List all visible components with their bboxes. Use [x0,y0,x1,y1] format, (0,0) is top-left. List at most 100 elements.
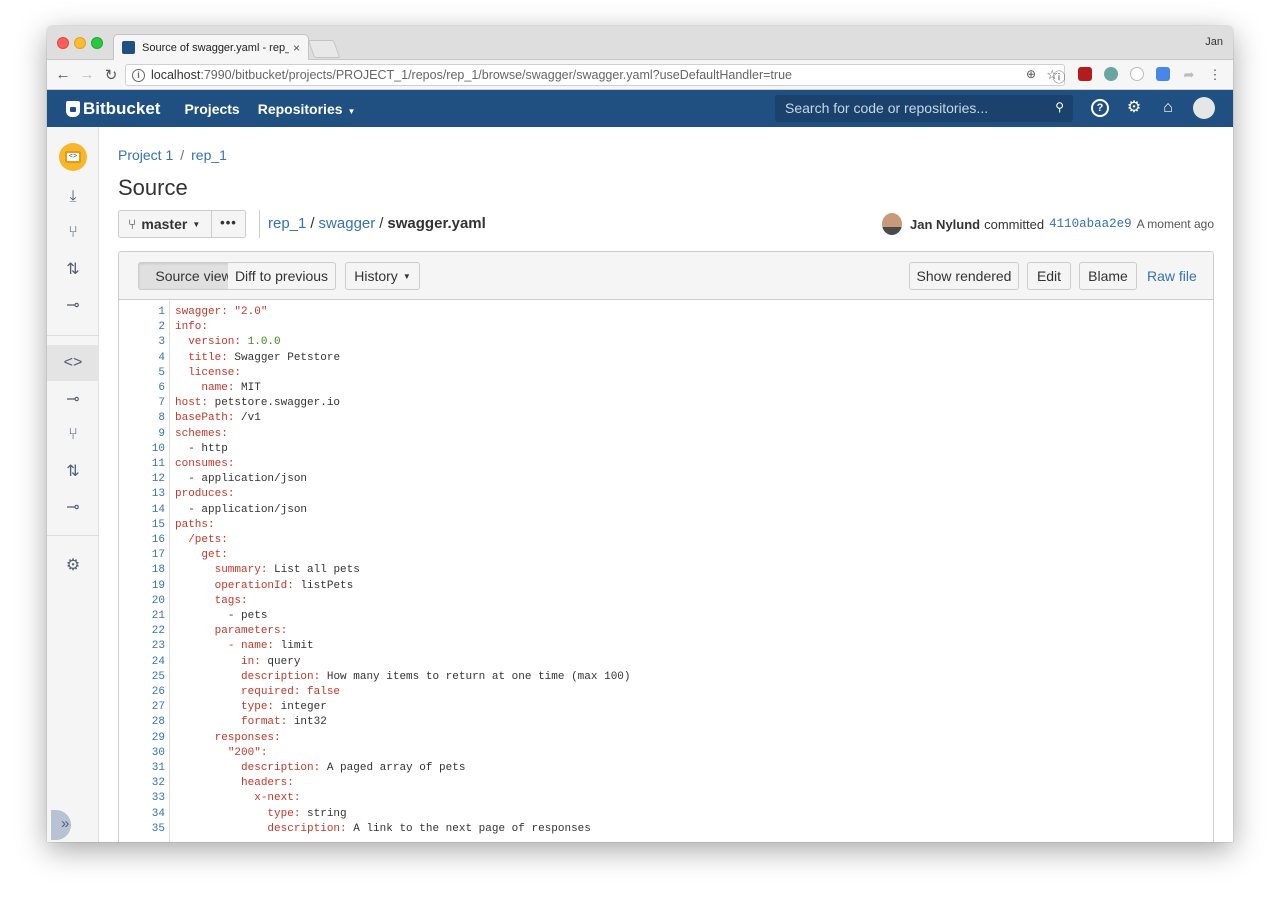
line-number[interactable]: 4 [119,351,165,366]
commit-hash[interactable]: 4110abaa2e9 [1049,217,1132,231]
code-text: title: Swagger Petstore [175,351,340,366]
line-number[interactable]: 15 [119,518,165,533]
show-rendered-button[interactable]: Show rendered [909,262,1019,290]
branch-selector[interactable]: ⑂ master ▼ [118,210,212,238]
sidebar-expand-button[interactable]: » [51,810,75,840]
path-repo[interactable]: rep_1 [268,215,306,232]
search-input[interactable]: Search for code or repositories... ⚲ [775,95,1073,122]
line-number[interactable]: 12 [119,472,165,487]
project-avatar[interactable]: <> [47,139,99,175]
back-arrow-icon[interactable]: ← [51,66,75,83]
sidebar-item-commits[interactable]: ⊸ [47,381,99,417]
url-bar[interactable]: i localhost:7990/bitbucket/projects/PROJ… [125,64,1065,86]
line-number[interactable]: 31 [119,761,165,776]
nav-projects[interactable]: Projects [184,101,239,117]
sidebar-item-settings[interactable]: ⚙ [47,547,99,583]
sidebar-item-pull-requests[interactable]: ⇅ [47,453,99,489]
forward-arrow-icon[interactable]: → [75,66,99,83]
search-icon: ⚲ [1055,100,1064,114]
history-button[interactable]: History ▼ [345,262,420,290]
line-number[interactable]: 23 [119,639,165,654]
yaml-value: A paged array of pets [326,762,466,774]
nav-repositories[interactable]: Repositories ▼ [258,101,356,117]
more-actions-button[interactable]: ••• [211,210,246,238]
code-text: - name: limit [175,639,314,654]
blame-button[interactable]: Blame [1079,262,1137,290]
info-extension-icon[interactable]: ⓘ [1051,67,1067,86]
commit-author[interactable]: Jan Nylund [910,217,980,232]
line-number[interactable]: 3 [119,335,165,350]
ublock-icon[interactable] [1077,67,1093,86]
yaml-key: parameters [214,625,281,638]
breadcrumb-project[interactable]: Project 1 [118,147,173,163]
new-tab-button[interactable] [307,40,341,58]
path-folder[interactable]: swagger [319,215,376,232]
line-number[interactable]: 34 [119,807,165,822]
minimize-window-button[interactable] [74,37,86,49]
code-text: tags: [175,594,248,609]
code-line: 13 produces: [119,487,1119,502]
inbox-icon[interactable]: ⌂ [1159,99,1177,117]
line-number[interactable]: 20 [119,594,165,609]
bitbucket-logo[interactable]: Bitbucket [66,99,160,119]
reload-icon[interactable]: ↻ [99,66,123,84]
circle-extension-icon[interactable] [1129,67,1145,86]
line-number[interactable]: 6 [119,381,165,396]
line-number[interactable]: 29 [119,731,165,746]
sidebar-item-branches[interactable]: ⑂ [47,417,99,453]
line-number[interactable]: 19 [119,579,165,594]
browser-profile-name[interactable]: Jan [1205,36,1223,48]
author-avatar[interactable] [882,213,903,235]
sidebar-item-fork[interactable]: ⊸ [47,287,99,323]
close-window-button[interactable] [57,37,69,49]
code-line: 6 name: MIT [119,381,1119,396]
sidebar-item-source[interactable]: <> [47,345,99,381]
line-number[interactable]: 1 [119,305,165,320]
line-number[interactable]: 10 [119,442,165,457]
line-number[interactable]: 16 [119,533,165,548]
yaml-value: application/json [201,473,308,486]
line-number[interactable]: 35 [119,822,165,837]
diff-to-previous-button[interactable]: Diff to previous [228,262,336,290]
line-number[interactable]: 25 [119,670,165,685]
line-number[interactable]: 9 [119,427,165,442]
sidebar-item-create-pull-request[interactable]: ⇅ [47,251,99,287]
line-number[interactable]: 26 [119,685,165,700]
user-avatar[interactable] [1193,97,1215,119]
menu-dots-icon[interactable]: ⋮ [1207,67,1223,86]
line-number[interactable]: 13 [119,487,165,502]
gear-icon[interactable]: ⚙ [1125,99,1143,117]
line-number[interactable]: 11 [119,457,165,472]
line-number[interactable]: 8 [119,411,165,426]
zoom-icon[interactable]: ⊕ [1026,67,1036,81]
line-number[interactable]: 30 [119,746,165,761]
maximize-window-button[interactable] [91,37,103,49]
line-number[interactable]: 2 [119,320,165,335]
line-number[interactable]: 28 [119,715,165,730]
edit-button[interactable]: Edit [1027,262,1071,290]
yaml-separator: : [241,594,248,607]
sidebar-item-clone[interactable]: ⤓ [47,179,99,215]
line-number[interactable]: 17 [119,548,165,563]
line-number[interactable]: 21 [119,609,165,624]
line-number[interactable]: 7 [119,396,165,411]
site-info-icon[interactable]: i [132,68,145,82]
sidebar-item-create-branch[interactable]: ⑂ [47,215,99,251]
line-number[interactable]: 22 [119,624,165,639]
line-number[interactable]: 5 [119,366,165,381]
tab-close-icon[interactable]: × [293,41,300,55]
sidebar-item-forks[interactable]: ⊸ [47,489,99,525]
line-number[interactable]: 18 [119,563,165,578]
line-number[interactable]: 32 [119,776,165,791]
help-icon[interactable]: ? [1091,99,1109,117]
clock-extension-icon[interactable] [1103,67,1119,86]
line-number[interactable]: 27 [119,700,165,715]
line-number[interactable]: 33 [119,791,165,806]
translate-icon[interactable] [1155,67,1171,86]
share-icon[interactable]: ➦ [1181,67,1197,86]
breadcrumb-repo[interactable]: rep_1 [191,147,227,163]
line-number[interactable]: 14 [119,503,165,518]
raw-file-link[interactable]: Raw file [1147,268,1197,284]
browser-tab[interactable]: Source of swagger.yaml - rep_1 × [113,34,309,60]
line-number[interactable]: 24 [119,655,165,670]
